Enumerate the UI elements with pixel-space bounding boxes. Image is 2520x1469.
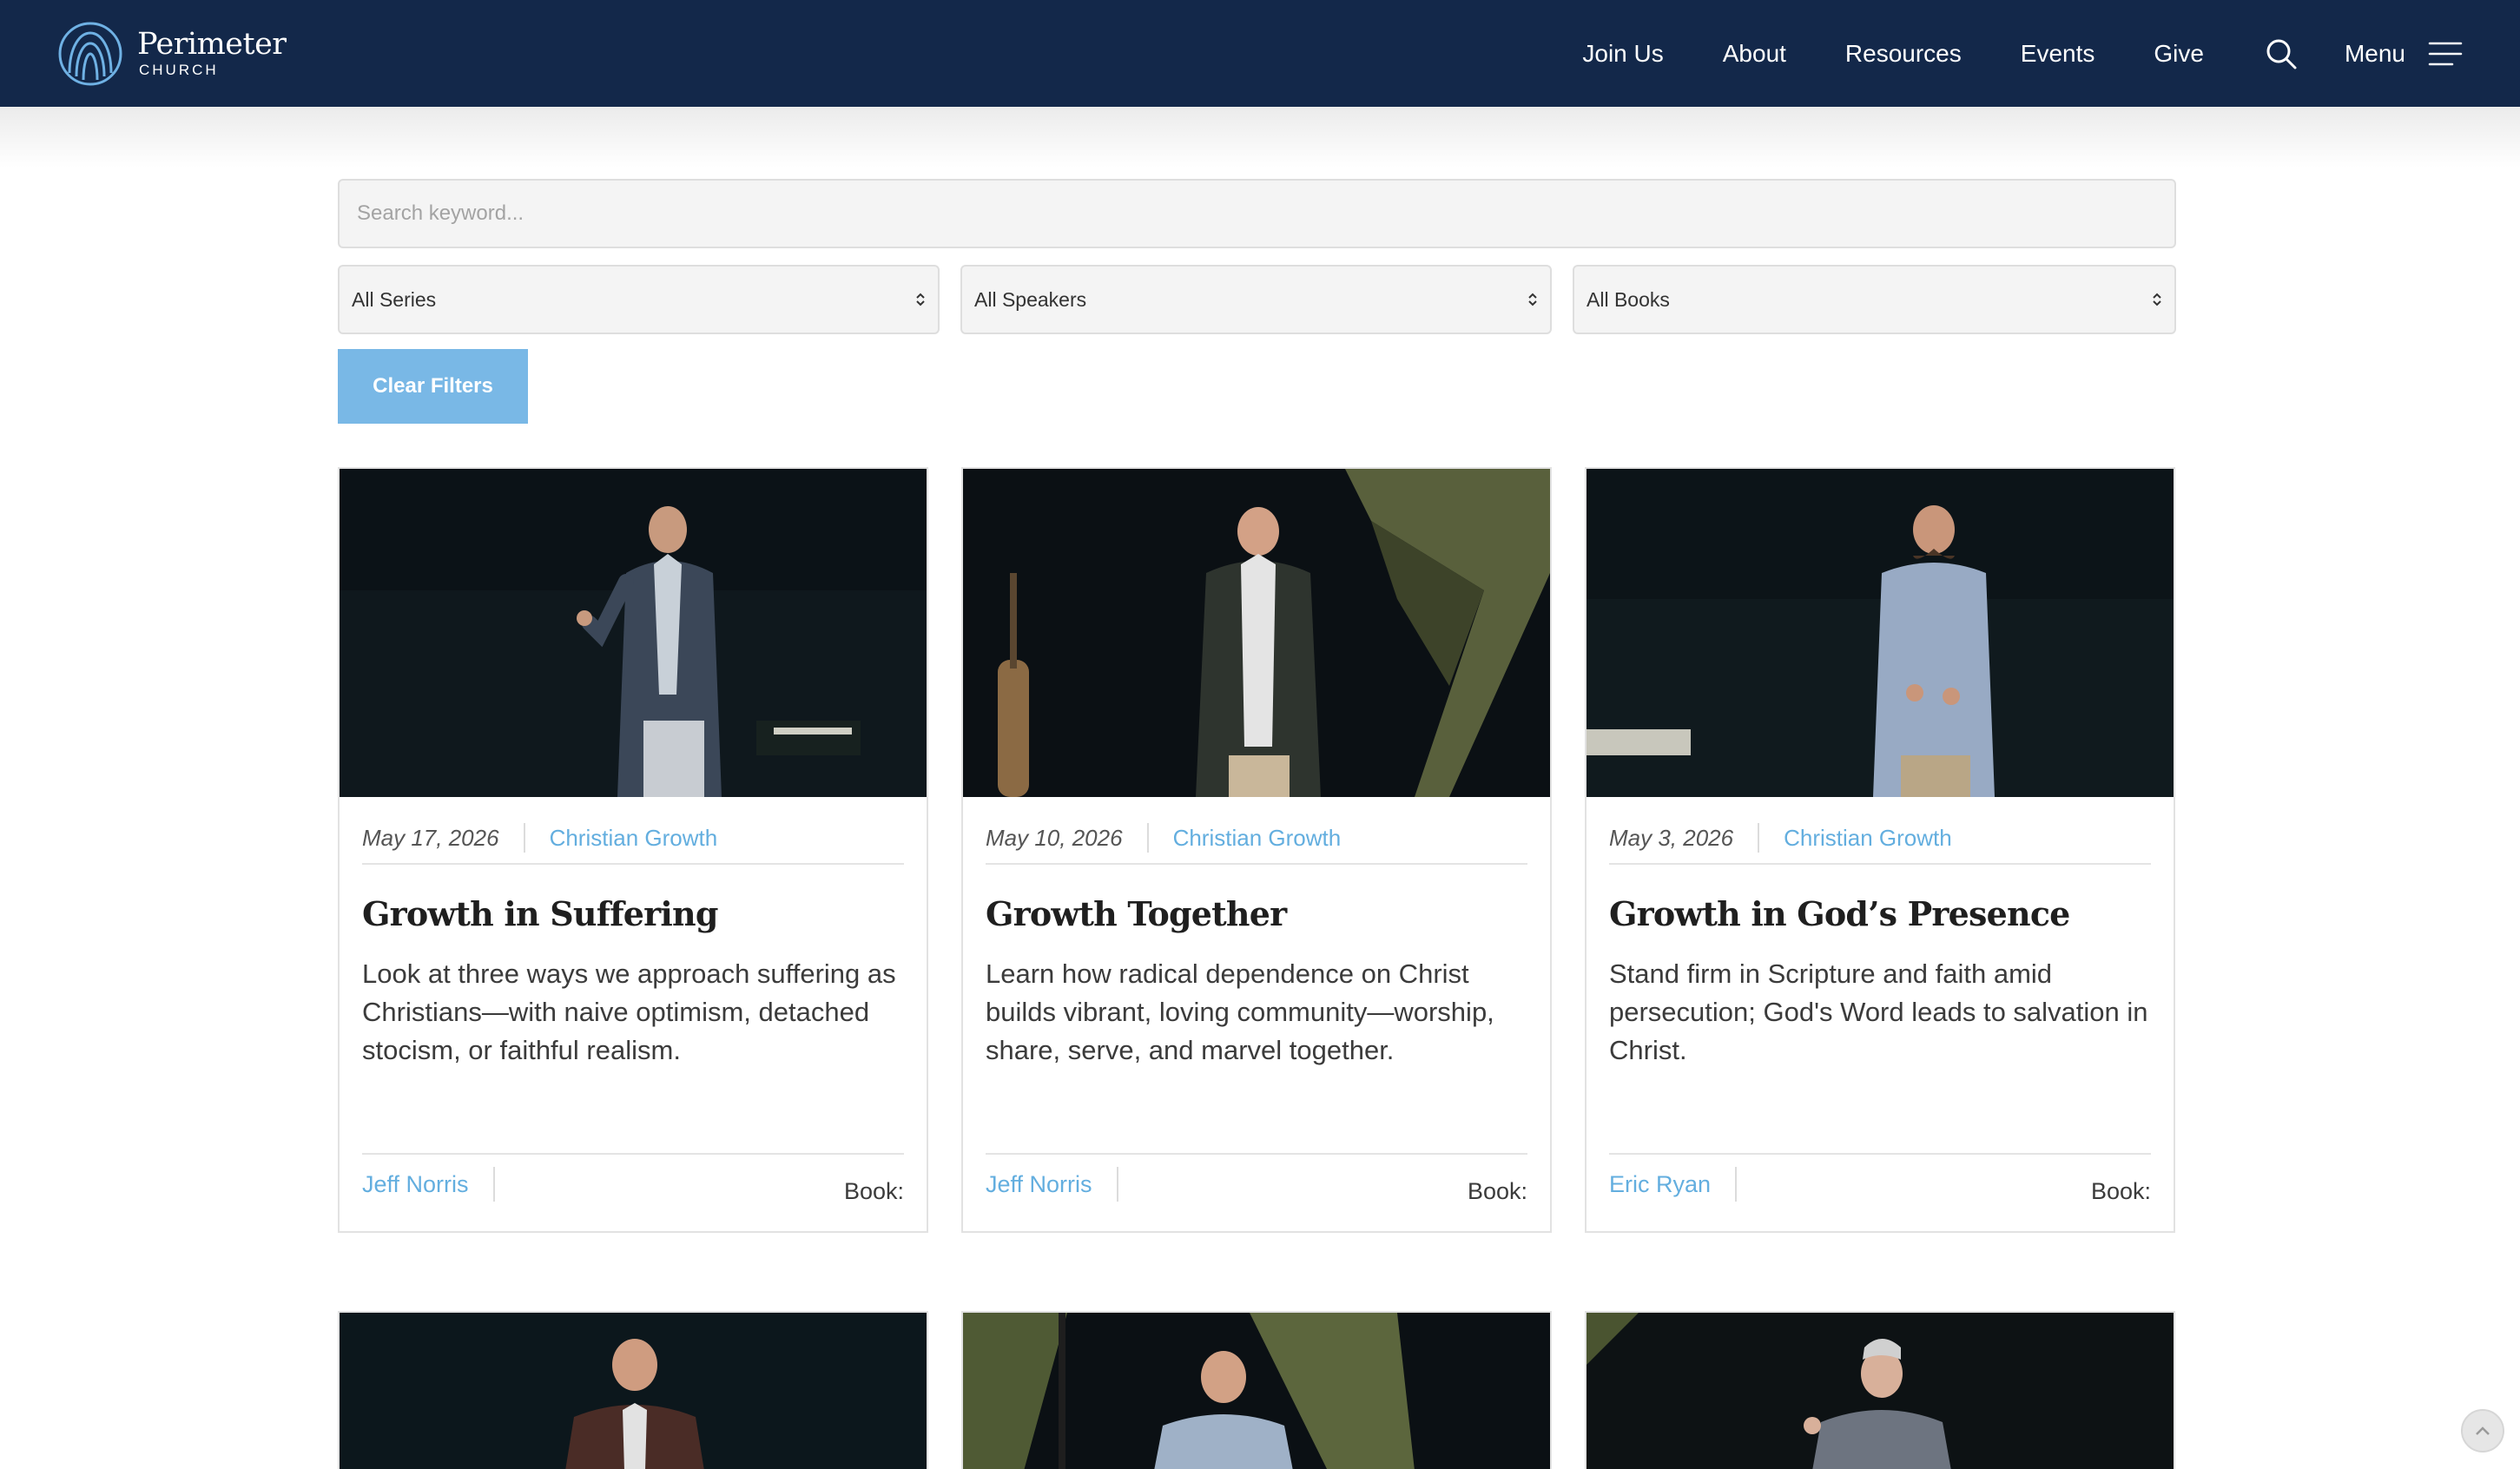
sermon-date: May 10, 2026 [986, 823, 1149, 853]
sermon-card [338, 1311, 928, 1469]
books-select-value: All Books [1587, 287, 1670, 311]
sermon-card: May 10, 2026 Christian Growth Growth Tog… [961, 467, 1552, 1233]
sermon-footer: Jeff Norris Book: [986, 1153, 1527, 1219]
sermon-photo [1587, 1313, 2174, 1469]
header-search-button[interactable] [2265, 36, 2299, 71]
sermon-thumbnail[interactable] [340, 469, 927, 797]
nav-give[interactable]: Give [2154, 40, 2204, 68]
sermon-book: Book: [2090, 1177, 2151, 1204]
sermon-card: May 3, 2026 Christian Growth Growth in G… [1585, 467, 2175, 1233]
sermon-speaker-link[interactable]: Jeff Norris [362, 1167, 495, 1202]
clear-filters-button[interactable]: Clear Filters [338, 349, 528, 424]
sermon-title[interactable]: Growth Together [986, 894, 1533, 933]
sermon-thumbnail[interactable] [1587, 1313, 2174, 1469]
menu-button[interactable]: Menu [2345, 40, 2463, 68]
sermon-title[interactable]: Growth in God’s Presence [1609, 894, 2156, 933]
nav-about[interactable]: About [1723, 40, 1786, 68]
sermon-date: May 17, 2026 [362, 823, 525, 853]
sermon-book: Book: [843, 1177, 904, 1204]
sermon-description: Learn how radical dependence on Christ b… [986, 958, 1494, 1065]
sermon-title[interactable]: Growth in Suffering [362, 894, 909, 933]
sermon-series-link[interactable]: Christian Growth [525, 825, 718, 852]
books-select[interactable]: All Books [1573, 265, 2176, 334]
sermon-series-link[interactable]: Christian Growth [1759, 825, 1952, 852]
nav-events[interactable]: Events [2021, 40, 2095, 68]
sermon-footer: Eric Ryan Book: [1609, 1153, 2151, 1219]
sermon-date: May 3, 2026 [1609, 823, 1760, 853]
series-select-value: All Series [352, 287, 437, 311]
chevron-up-icon [2476, 1426, 2490, 1435]
keyword-search-input[interactable] [338, 179, 2176, 248]
nav-resources[interactable]: Resources [1845, 40, 1962, 68]
search-icon [2266, 39, 2297, 69]
speakers-select[interactable]: All Speakers [960, 265, 1552, 334]
sermon-photo [1587, 469, 2174, 797]
sermon-meta: May 3, 2026 Christian Growth [1609, 813, 2151, 865]
site-logo[interactable]: Perimeter CHURCH [57, 21, 287, 87]
sermon-filters: All Series All Speakers All Books Clear … [338, 179, 2176, 424]
sermon-thumbnail[interactable] [1587, 469, 2174, 797]
sermon-book: Book: [1467, 1177, 1527, 1204]
sermon-thumbnail[interactable] [340, 1313, 927, 1469]
speakers-select-value: All Speakers [974, 287, 1087, 311]
arches-logo-icon [58, 22, 122, 85]
chevron-updown-icon [2153, 293, 2161, 306]
sermon-photo [963, 469, 1550, 797]
sermon-speaker-link[interactable]: Eric Ryan [1609, 1167, 1738, 1202]
series-select[interactable]: All Series [338, 265, 940, 334]
menu-label: Menu [2344, 39, 2405, 67]
hamburger-icon [2428, 42, 2463, 65]
sermon-card: May 17, 2026 Christian Growth Growth in … [338, 467, 928, 1233]
sermon-thumbnail[interactable] [963, 469, 1550, 797]
nav-join-us[interactable]: Join Us [1582, 40, 1663, 68]
chevron-updown-icon [916, 293, 925, 306]
sermon-meta: May 17, 2026 Christian Growth [362, 813, 904, 865]
sermon-thumbnail[interactable] [963, 1313, 1550, 1469]
site-header: Perimeter CHURCH Join Us About Resources… [0, 0, 2520, 107]
brand-name: Perimeter [137, 26, 287, 62]
sermon-photo [340, 1313, 927, 1469]
header-shadow [0, 107, 2520, 168]
filter-select-row: All Series All Speakers All Books [338, 265, 2176, 334]
sermon-series-link[interactable]: Christian Growth [1149, 825, 1342, 852]
brand-subtitle: CHURCH [139, 61, 219, 78]
sermon-meta: May 10, 2026 Christian Growth [986, 813, 1527, 865]
scroll-to-top-button[interactable] [2461, 1409, 2504, 1453]
chevron-updown-icon [1528, 293, 1537, 306]
main-nav: Join Us About Resources Events Give Menu [1582, 36, 2463, 71]
sermon-card [1585, 1311, 2175, 1469]
sermon-photo [963, 1313, 1550, 1469]
sermon-description: Stand firm in Scripture and faith amid p… [1609, 958, 2148, 1065]
sermon-card [961, 1311, 1552, 1469]
sermon-footer: Jeff Norris Book: [362, 1153, 904, 1219]
logo-text: Perimeter CHURCH [137, 29, 287, 79]
sermon-speaker-link[interactable]: Jeff Norris [986, 1167, 1118, 1202]
sermon-description: Look at three ways we approach suffering… [362, 958, 896, 1065]
sermon-photo [340, 469, 927, 797]
